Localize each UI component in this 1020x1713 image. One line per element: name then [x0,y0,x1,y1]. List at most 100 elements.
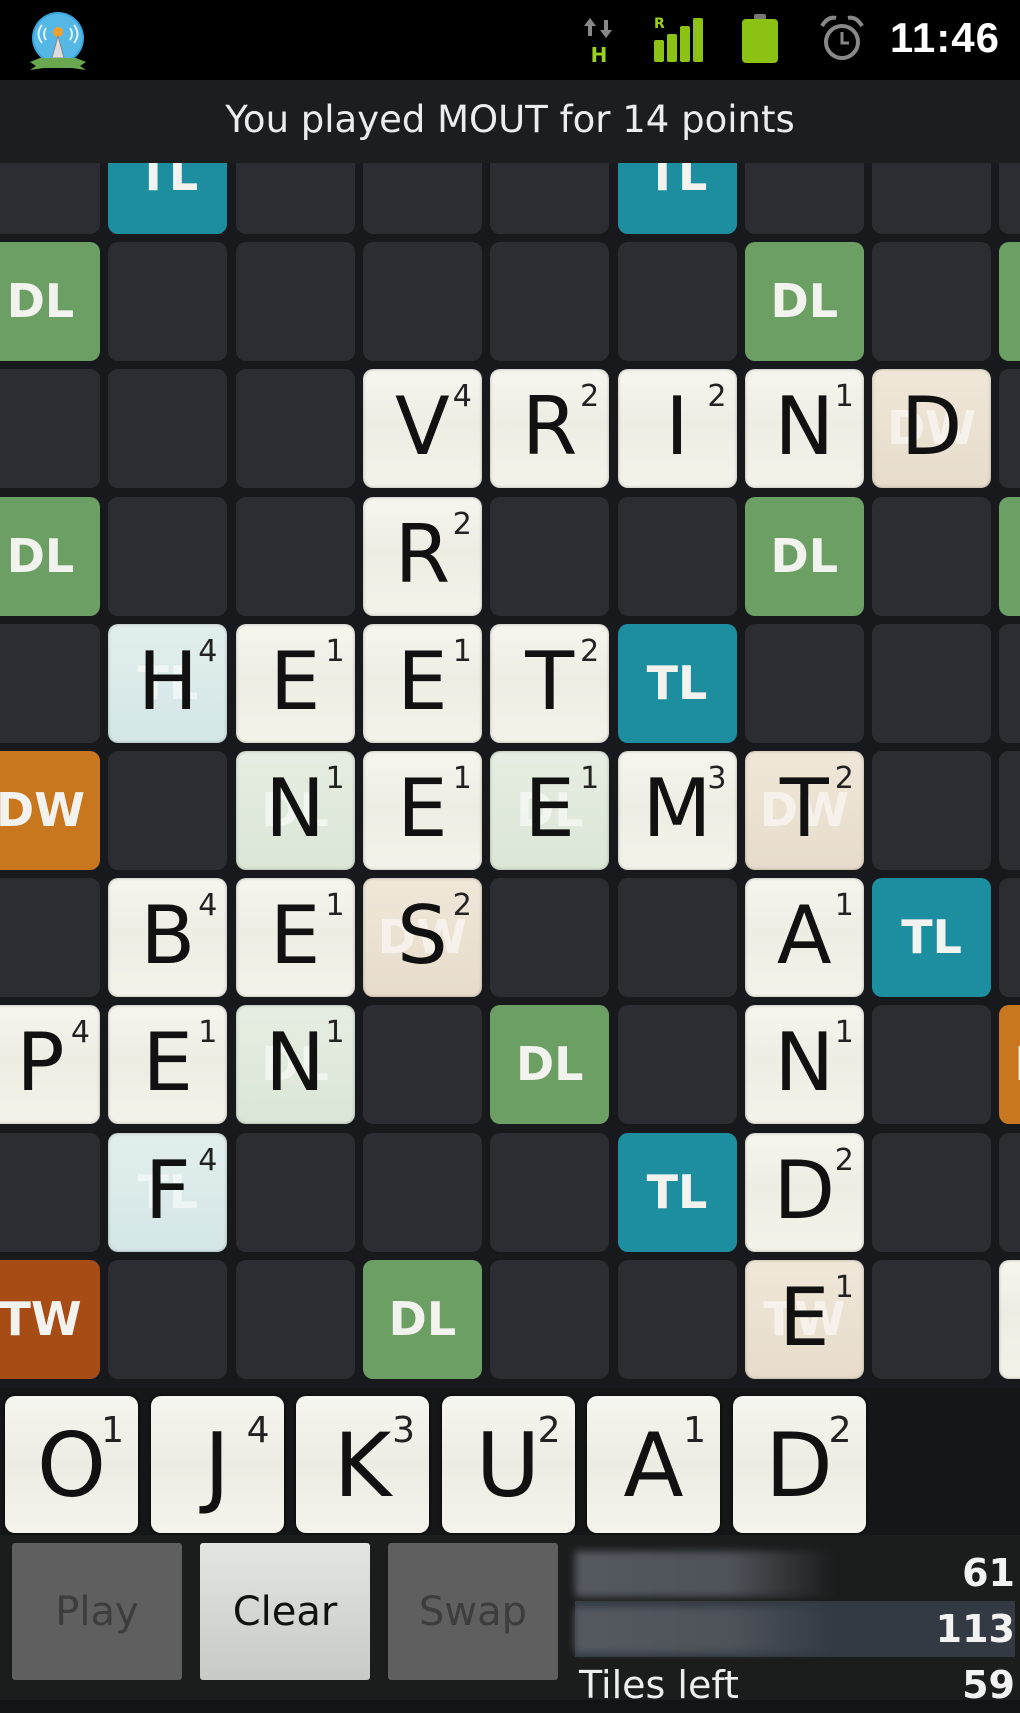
board-tile[interactable]: P4 [0,1005,100,1125]
board-tile[interactable]: A1 [744,878,864,998]
rack-tile[interactable]: U2 [441,1396,575,1533]
board-tile[interactable]: E1 [362,751,482,870]
empty-square[interactable] [999,878,1020,998]
empty-square[interactable] [235,242,355,362]
board-tile[interactable]: TL H 4 [108,623,228,743]
empty-square[interactable] [362,1132,482,1252]
empty-square[interactable] [872,1132,992,1252]
empty-square[interactable] [235,1259,355,1379]
empty-square[interactable] [362,242,482,362]
empty-square[interactable] [744,623,864,743]
empty-square[interactable] [235,1132,355,1252]
empty-square[interactable] [490,163,610,234]
rack-tile[interactable]: O1 [5,1396,138,1533]
empty-square[interactable] [999,1132,1020,1252]
premium-square-tl[interactable]: TL [617,623,737,743]
empty-square[interactable] [490,878,610,998]
premium-square-dl[interactable]: DL [744,496,864,616]
empty-square[interactable] [999,623,1020,743]
empty-square[interactable] [108,751,228,870]
board-tile[interactable]: DW T 2 [744,751,864,870]
premium-square-tl[interactable]: TL [617,163,737,234]
board-tile[interactable]: DL N 1 [235,751,355,870]
empty-square[interactable] [235,369,355,489]
rack-tile[interactable]: J4 [150,1396,284,1533]
board-tile[interactable]: D2 [744,1132,864,1252]
board-tile[interactable]: B4 [108,878,228,998]
board-tile[interactable]: R2 [362,496,482,616]
board-tile[interactable]: TW E 1 [744,1259,864,1379]
empty-square[interactable] [617,242,737,362]
empty-square[interactable] [0,369,100,489]
empty-square[interactable] [0,623,100,743]
premium-square-tl[interactable]: TL [872,878,992,998]
board-tile[interactable]: DL N 1 [235,1005,355,1125]
swap-button[interactable]: Swap [388,1543,558,1680]
empty-square[interactable] [490,1259,610,1379]
board-tile[interactable]: N1 [744,1005,864,1125]
empty-square[interactable] [617,1259,737,1379]
board-tile[interactable]: TL F 4 [108,1132,228,1252]
premium-square-tw[interactable]: TW [0,1259,100,1379]
empty-square[interactable] [235,496,355,616]
play-button[interactable]: Play [12,1543,182,1680]
premium-square-tl[interactable]: TL [108,163,228,234]
empty-square[interactable] [872,163,992,234]
board-tile[interactable]: M3 [617,751,737,870]
clear-button[interactable]: Clear [200,1543,370,1680]
empty-square[interactable] [872,1259,992,1379]
game-board[interactable]: TLTLDLDLDLV4R2I2N1DWDDLR2DLDLTLH4E1E1T2T… [0,163,1020,1388]
empty-square[interactable] [617,878,737,998]
board-tile[interactable]: E1 [235,623,355,743]
empty-square[interactable] [362,1005,482,1125]
empty-square[interactable] [617,496,737,616]
premium-square-dw[interactable]: DW [999,1005,1020,1125]
empty-square[interactable] [0,878,100,998]
premium-square-tl[interactable]: TL [617,1132,737,1252]
empty-square[interactable] [999,163,1020,234]
premium-square-dl[interactable]: DL [0,242,100,362]
empty-square[interactable] [490,242,610,362]
empty-square[interactable] [744,163,864,234]
board-tile[interactable]: DW S 2 [362,878,482,998]
wifi-tower-pro-icon[interactable] [24,8,92,76]
empty-square[interactable] [872,496,992,616]
premium-square-dw[interactable]: DW [0,751,100,870]
board-tile[interactable]: N1 [744,369,864,489]
premium-square-dl[interactable]: DL [362,1259,482,1379]
premium-square-dl[interactable]: DL [999,496,1020,616]
rack-tile[interactable]: K3 [296,1396,429,1533]
empty-square[interactable] [235,163,355,234]
empty-square[interactable] [362,163,482,234]
empty-square[interactable] [999,751,1020,870]
board-tile[interactable]: I2 [617,369,737,489]
empty-square[interactable] [490,1132,610,1252]
board-tile[interactable] [999,1259,1020,1379]
board-tile[interactable]: V4 [362,369,482,489]
empty-square[interactable] [872,623,992,743]
premium-square-dl[interactable]: DL [490,1005,610,1125]
board-tile[interactable]: E1 [108,1005,228,1125]
board-tile[interactable]: E1 [235,878,355,998]
empty-square[interactable] [872,242,992,362]
empty-square[interactable] [108,242,228,362]
board-tile[interactable]: E1 [362,623,482,743]
empty-square[interactable] [108,1259,228,1379]
empty-square[interactable] [999,369,1020,489]
empty-square[interactable] [872,751,992,870]
board-tile[interactable]: DL E 1 [490,751,610,870]
empty-square[interactable] [617,1005,737,1125]
empty-square[interactable] [872,1005,992,1125]
empty-square[interactable] [108,369,228,489]
premium-square-dl[interactable]: DL [0,496,100,616]
rack-tile[interactable]: A1 [587,1396,720,1533]
rack-tile[interactable]: D2 [732,1396,866,1533]
empty-square[interactable] [108,496,228,616]
empty-square[interactable] [0,1132,100,1252]
board-tile[interactable]: DW D [872,369,992,489]
premium-square-dl[interactable]: DL [999,242,1020,362]
premium-square-dl[interactable]: DL [744,242,864,362]
board-tile[interactable]: T2 [490,623,610,743]
empty-square[interactable] [490,496,610,616]
board-tile[interactable]: R2 [490,369,610,489]
